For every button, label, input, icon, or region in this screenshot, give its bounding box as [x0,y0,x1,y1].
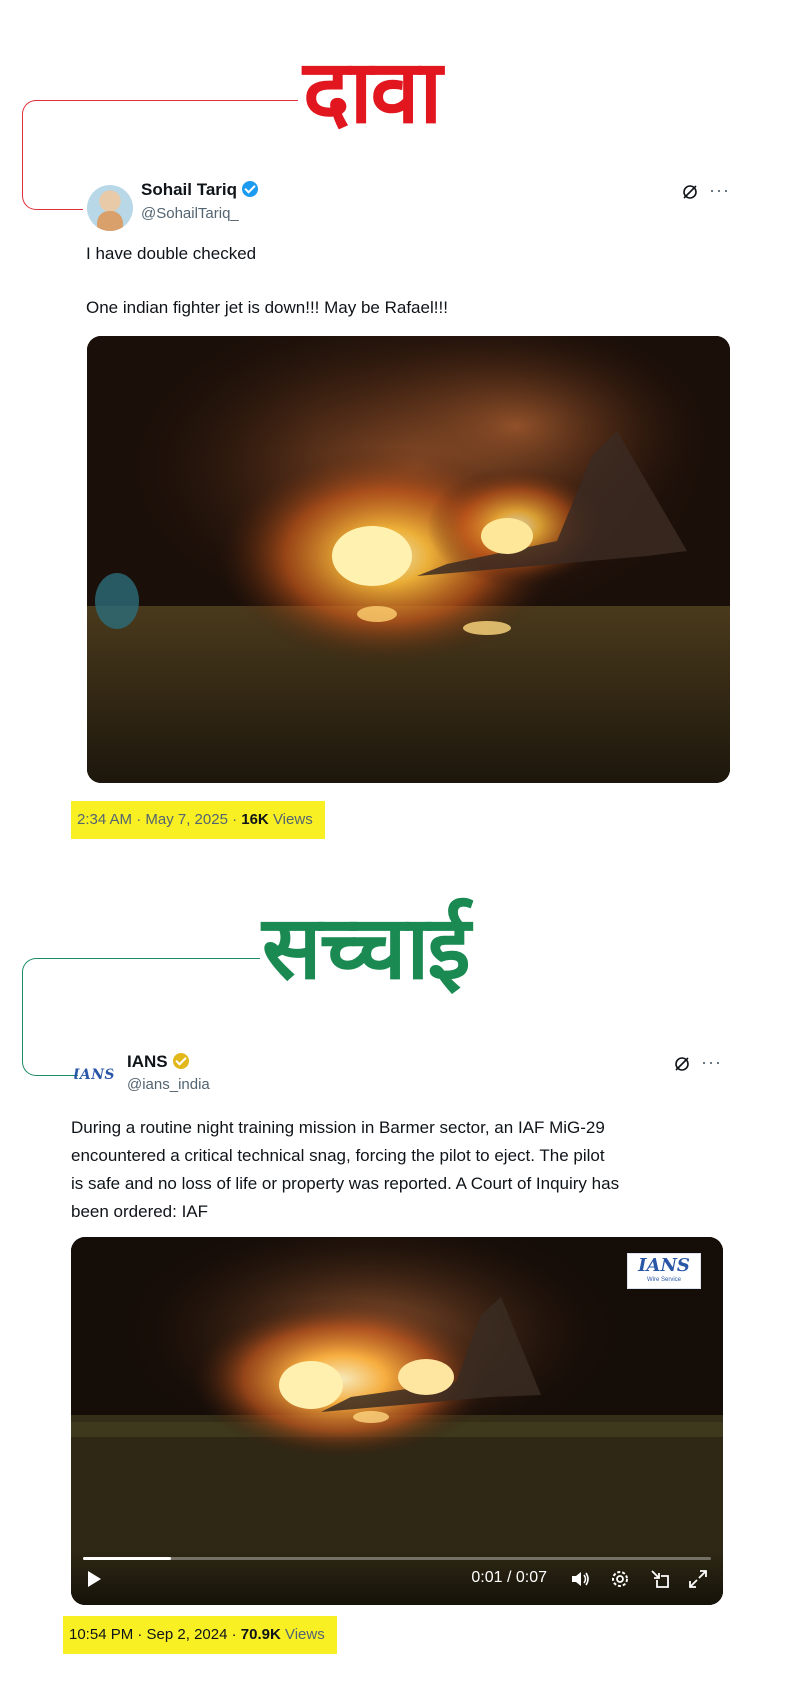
fullscreen-icon[interactable] [687,1568,709,1590]
watermark-title: IANS [638,1255,690,1276]
claim-heading: दावा [303,40,442,143]
fact-text-line-1: During a routine night training mission … [71,1118,605,1137]
ians-logo-icon: IANS [74,1067,114,1083]
fact-timestamp: 10:54 PM · Sep 2, 2024 · 70.9K Views [63,1616,337,1654]
claim-image[interactable] [87,336,730,783]
claim-text-line-2: One indian fighter jet is down!!! May be… [86,298,448,317]
more-icon[interactable]: ··· [709,181,730,199]
burning-jet-image [87,336,730,783]
fact-avatar[interactable]: IANS [74,1057,114,1093]
video-progress-fill [83,1557,171,1560]
fact-text-line-3: is safe and no loss of life or property … [71,1174,620,1193]
fact-video[interactable]: IANS Wire Service 0:01 / 0:07 [71,1237,723,1605]
verified-badge-icon [242,181,259,197]
more-icon[interactable]: ··· [701,1053,722,1071]
fact-text-line-4: been ordered: IAF [71,1202,209,1221]
video-progress-bar[interactable] [83,1557,711,1560]
claim-connector [22,100,83,210]
fact-author-name[interactable]: IANS [127,1052,168,1071]
claim-author-handle[interactable]: @SohailTariq_ [141,205,239,222]
claim-time[interactable]: 2:34 AM · May 7, 2025 · [77,811,241,828]
fact-heading: सच्चाई [262,896,471,999]
verified-org-badge-icon [172,1053,189,1069]
fact-author[interactable]: IANS [127,1052,189,1072]
claim-views-label: Views [268,811,313,828]
claim-avatar[interactable] [87,185,133,231]
miniplayer-icon[interactable] [649,1568,671,1590]
grok-icon[interactable] [681,183,699,201]
watermark-subtitle: Wire Service [646,1277,681,1283]
claim-views-count: 16K [241,811,269,828]
fact-time[interactable]: 10:54 PM · Sep 2, 2024 · [69,1626,241,1643]
grok-icon[interactable] [673,1055,691,1073]
fact-author-handle[interactable]: @ians_india [127,1076,210,1093]
volume-icon[interactable] [569,1568,591,1590]
ians-watermark: IANS Wire Service [627,1253,701,1289]
claim-timestamp: 2:34 AM · May 7, 2025 · 16K Views [71,801,325,839]
fact-views-label: Views [280,1626,325,1643]
play-icon[interactable] [83,1568,105,1590]
claim-author-name[interactable]: Sohail Tariq [141,180,237,199]
video-time: 0:01 / 0:07 [471,1569,547,1586]
fact-text-line-2: encountered a critical technical snag, f… [71,1146,605,1165]
claim-text-line-1: I have double checked [86,244,257,263]
video-controls: 0:01 / 0:07 [71,1549,723,1605]
claim-author[interactable]: Sohail Tariq [141,180,259,200]
fact-connector [22,958,78,1076]
fact-views-count: 70.9K [240,1626,281,1643]
settings-icon[interactable] [609,1568,631,1590]
